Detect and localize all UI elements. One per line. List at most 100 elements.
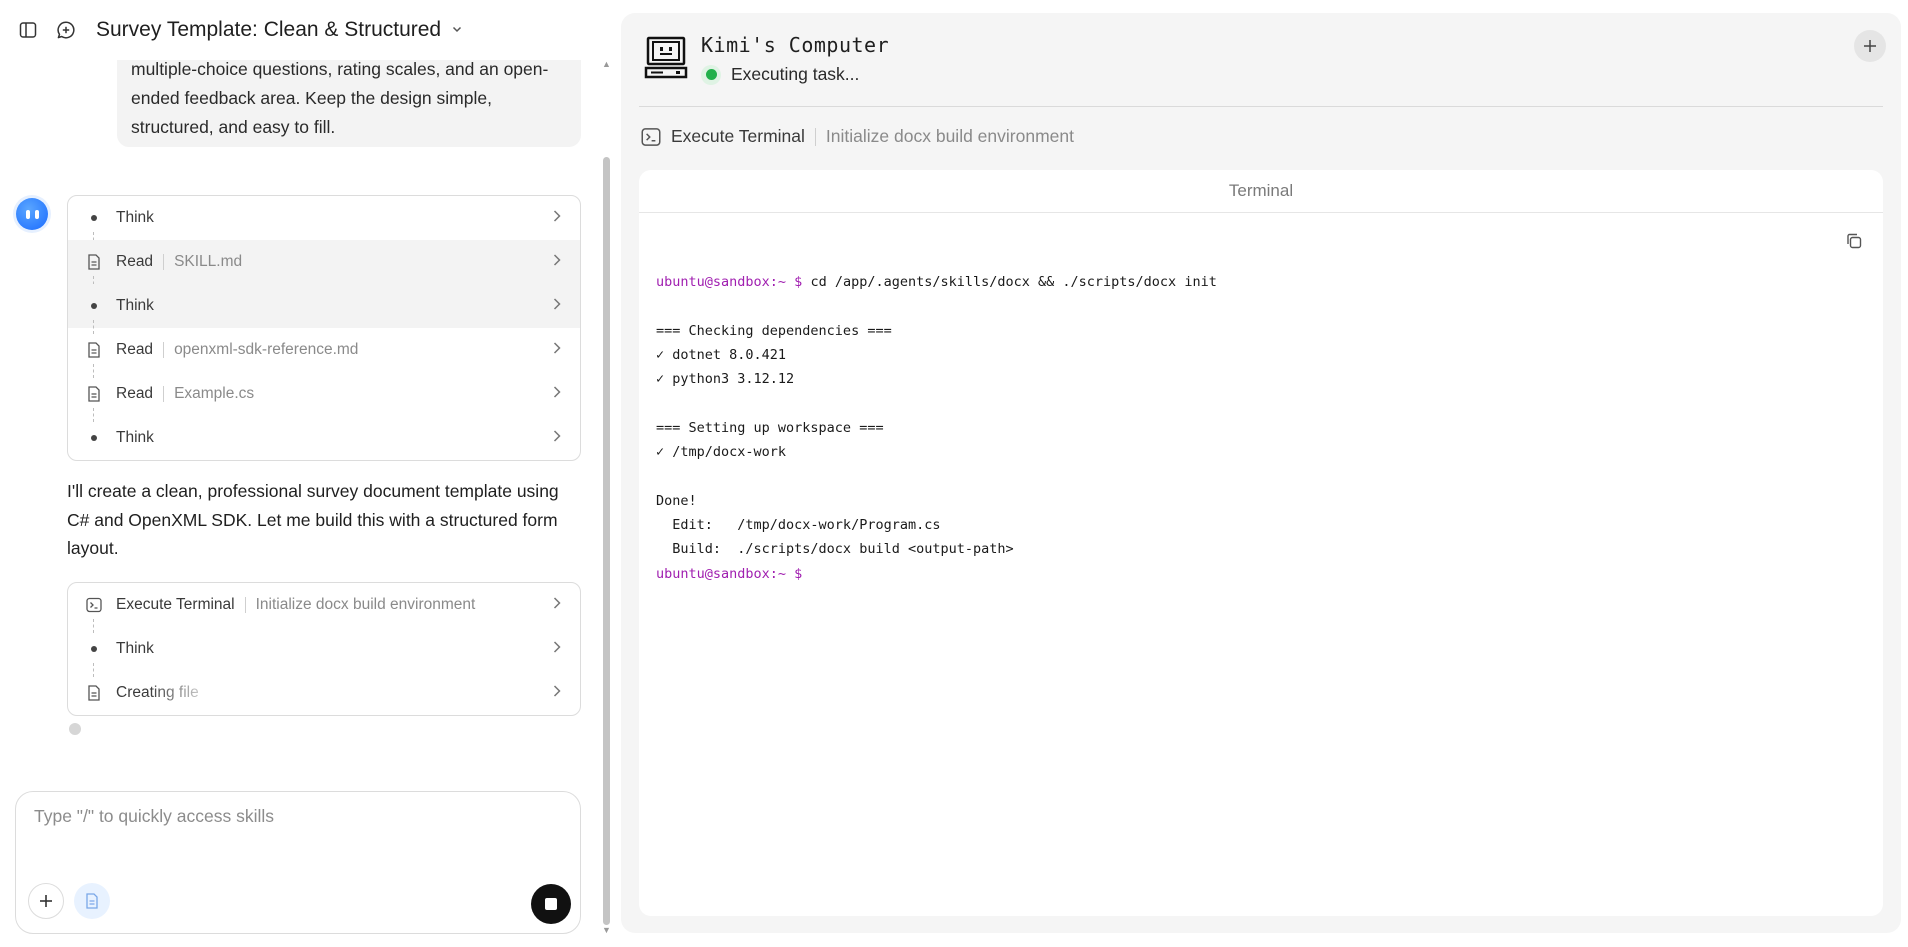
scroll-up-icon[interactable]: ▲ bbox=[602, 59, 611, 69]
user-message-line: ended feedback area. Keep the design sim… bbox=[131, 88, 492, 108]
terminal-line: Done! bbox=[656, 492, 697, 509]
chevron-down-icon bbox=[451, 22, 463, 38]
chevron-right-icon bbox=[552, 297, 562, 315]
divider bbox=[639, 106, 1883, 107]
step-read-openxml[interactable]: Read openxml-sdk-reference.md bbox=[68, 328, 580, 378]
chevron-right-icon bbox=[552, 253, 562, 271]
assistant-message-line: layout. bbox=[67, 538, 119, 558]
chat-scrollbar[interactable]: ▲ ▼ bbox=[600, 55, 612, 935]
step-label: Read bbox=[116, 341, 154, 358]
terminal-prompt: ubuntu@sandbox:~ $ bbox=[656, 565, 803, 582]
expand-panel-button[interactable] bbox=[1854, 30, 1886, 62]
file-icon bbox=[84, 685, 104, 701]
docx-skill-button[interactable] bbox=[74, 883, 110, 919]
step-label: Think bbox=[116, 640, 154, 657]
status-text: Executing task... bbox=[731, 64, 860, 84]
stop-generation-button[interactable] bbox=[531, 884, 571, 924]
loading-indicator bbox=[69, 723, 81, 735]
terminal-line: === Setting up workspace === bbox=[656, 419, 884, 436]
terminal-line: === Checking dependencies === bbox=[656, 322, 892, 339]
file-icon bbox=[84, 386, 104, 402]
message-input[interactable]: Type "/" to quickly access skills bbox=[15, 791, 581, 934]
terminal-icon bbox=[84, 597, 104, 613]
step-think[interactable]: Think bbox=[68, 196, 580, 246]
chevron-right-icon bbox=[552, 341, 562, 359]
step-creating-file[interactable]: Creating file bbox=[68, 671, 580, 715]
step-sub: Example.cs bbox=[174, 385, 255, 402]
step-think[interactable]: Think bbox=[68, 627, 580, 677]
step-sub: SKILL.md bbox=[174, 253, 243, 270]
step-read-example[interactable]: Read Example.cs bbox=[68, 372, 580, 422]
chevron-right-icon bbox=[552, 429, 562, 447]
conversation-title-text: Survey Template: Clean & Structured bbox=[96, 18, 442, 41]
add-attachment-button[interactable] bbox=[28, 883, 64, 919]
step-label: Read bbox=[116, 385, 154, 402]
chat-pane: Survey Template: Clean & Structured mult… bbox=[0, 0, 612, 947]
step-label: Think bbox=[116, 429, 154, 446]
terminal-line: ✓ python3 3.12.12 bbox=[656, 371, 795, 388]
bullet-icon bbox=[91, 303, 97, 309]
copy-icon[interactable] bbox=[1845, 232, 1863, 255]
assistant-message-line: I'll create a clean, professional survey… bbox=[67, 481, 559, 501]
terminal-line: ✓ dotnet 8.0.421 bbox=[656, 346, 787, 363]
terminal-header: Terminal bbox=[639, 170, 1883, 213]
terminal-output[interactable]: ubuntu@sandbox:~ $ cd /app/.agents/skill… bbox=[656, 270, 1217, 586]
file-icon bbox=[84, 342, 104, 358]
terminal-line: ✓ /tmp/docx-work bbox=[656, 444, 787, 461]
chevron-right-icon bbox=[552, 640, 562, 658]
bullet-icon bbox=[91, 215, 97, 221]
scroll-thumb[interactable] bbox=[603, 157, 610, 925]
document-icon bbox=[86, 893, 98, 909]
new-chat-icon[interactable] bbox=[54, 18, 78, 42]
terminal-window: Terminal ubuntu@sandbox:~ $ cd /app/.age… bbox=[639, 170, 1883, 916]
task-label: Execute Terminal bbox=[671, 126, 805, 146]
terminal-prompt: ubuntu@sandbox:~ $ bbox=[656, 274, 803, 290]
step-label: Think bbox=[116, 297, 154, 314]
chevron-right-icon bbox=[552, 596, 562, 614]
step-sub: openxml-sdk-reference.md bbox=[174, 341, 359, 358]
assistant-message-line: C# and OpenXML SDK. Let me build this wi… bbox=[67, 509, 558, 530]
input-placeholder: Type "/" to quickly access skills bbox=[34, 806, 275, 826]
current-task: Execute Terminal Initialize docx build e… bbox=[641, 126, 1074, 147]
app-root: Survey Template: Clean & Structured mult… bbox=[0, 0, 1908, 947]
task-sub: Initialize docx build environment bbox=[825, 126, 1074, 146]
assistant-message: I'll create a clean, professional survey… bbox=[67, 477, 587, 563]
bullet-icon bbox=[91, 435, 97, 441]
terminal-line: Edit: /tmp/docx-work/Program.cs bbox=[656, 516, 941, 533]
terminal-title: Terminal bbox=[1228, 181, 1294, 200]
step-label: Execute Terminal bbox=[116, 596, 235, 613]
bullet-icon bbox=[91, 646, 97, 652]
computer-icon bbox=[643, 35, 689, 86]
computer-status: Executing task... bbox=[701, 64, 859, 85]
terminal-command-line: ubuntu@sandbox:~ $ cd /app/.agents/skill… bbox=[656, 270, 1217, 294]
terminal-icon bbox=[641, 127, 661, 147]
user-message: multiple-choice questions, rating scales… bbox=[117, 55, 581, 147]
step-read-skill[interactable]: Read SKILL.md bbox=[68, 240, 580, 290]
steps-group-2: Execute Terminal Initialize docx build e… bbox=[67, 582, 581, 716]
scroll-down-icon[interactable]: ▼ bbox=[602, 925, 611, 935]
step-execute-terminal[interactable]: Execute Terminal Initialize docx build e… bbox=[68, 583, 580, 633]
steps-group-1: Think Read SKILL.md Think Read openxml-s… bbox=[67, 195, 581, 461]
status-indicator-icon bbox=[701, 64, 721, 85]
message-list: multiple-choice questions, rating scales… bbox=[0, 55, 600, 775]
chevron-right-icon bbox=[552, 385, 562, 403]
sidebar-toggle-icon[interactable] bbox=[16, 18, 40, 42]
step-label: Read bbox=[116, 253, 154, 270]
terminal-final-prompt-line: ubuntu@sandbox:~ $ bbox=[656, 562, 1217, 586]
step-think[interactable]: Think bbox=[68, 284, 580, 334]
computer-panel: Kimi's Computer Executing task... Execut… bbox=[621, 13, 1901, 933]
terminal-line: Build: ./scripts/docx build <output-path… bbox=[656, 541, 1014, 558]
chevron-right-icon bbox=[552, 209, 562, 227]
step-think[interactable]: Think bbox=[68, 416, 580, 460]
step-label: Think bbox=[116, 209, 154, 226]
chevron-right-icon bbox=[552, 684, 562, 702]
terminal-command: cd /app/.agents/skills/docx && ./scripts… bbox=[802, 274, 1217, 290]
step-label: Creating file bbox=[116, 684, 199, 701]
conversation-title[interactable]: Survey Template: Clean & Structured bbox=[96, 18, 463, 42]
stop-icon bbox=[545, 898, 557, 910]
file-icon bbox=[84, 254, 104, 270]
assistant-avatar bbox=[16, 198, 48, 230]
